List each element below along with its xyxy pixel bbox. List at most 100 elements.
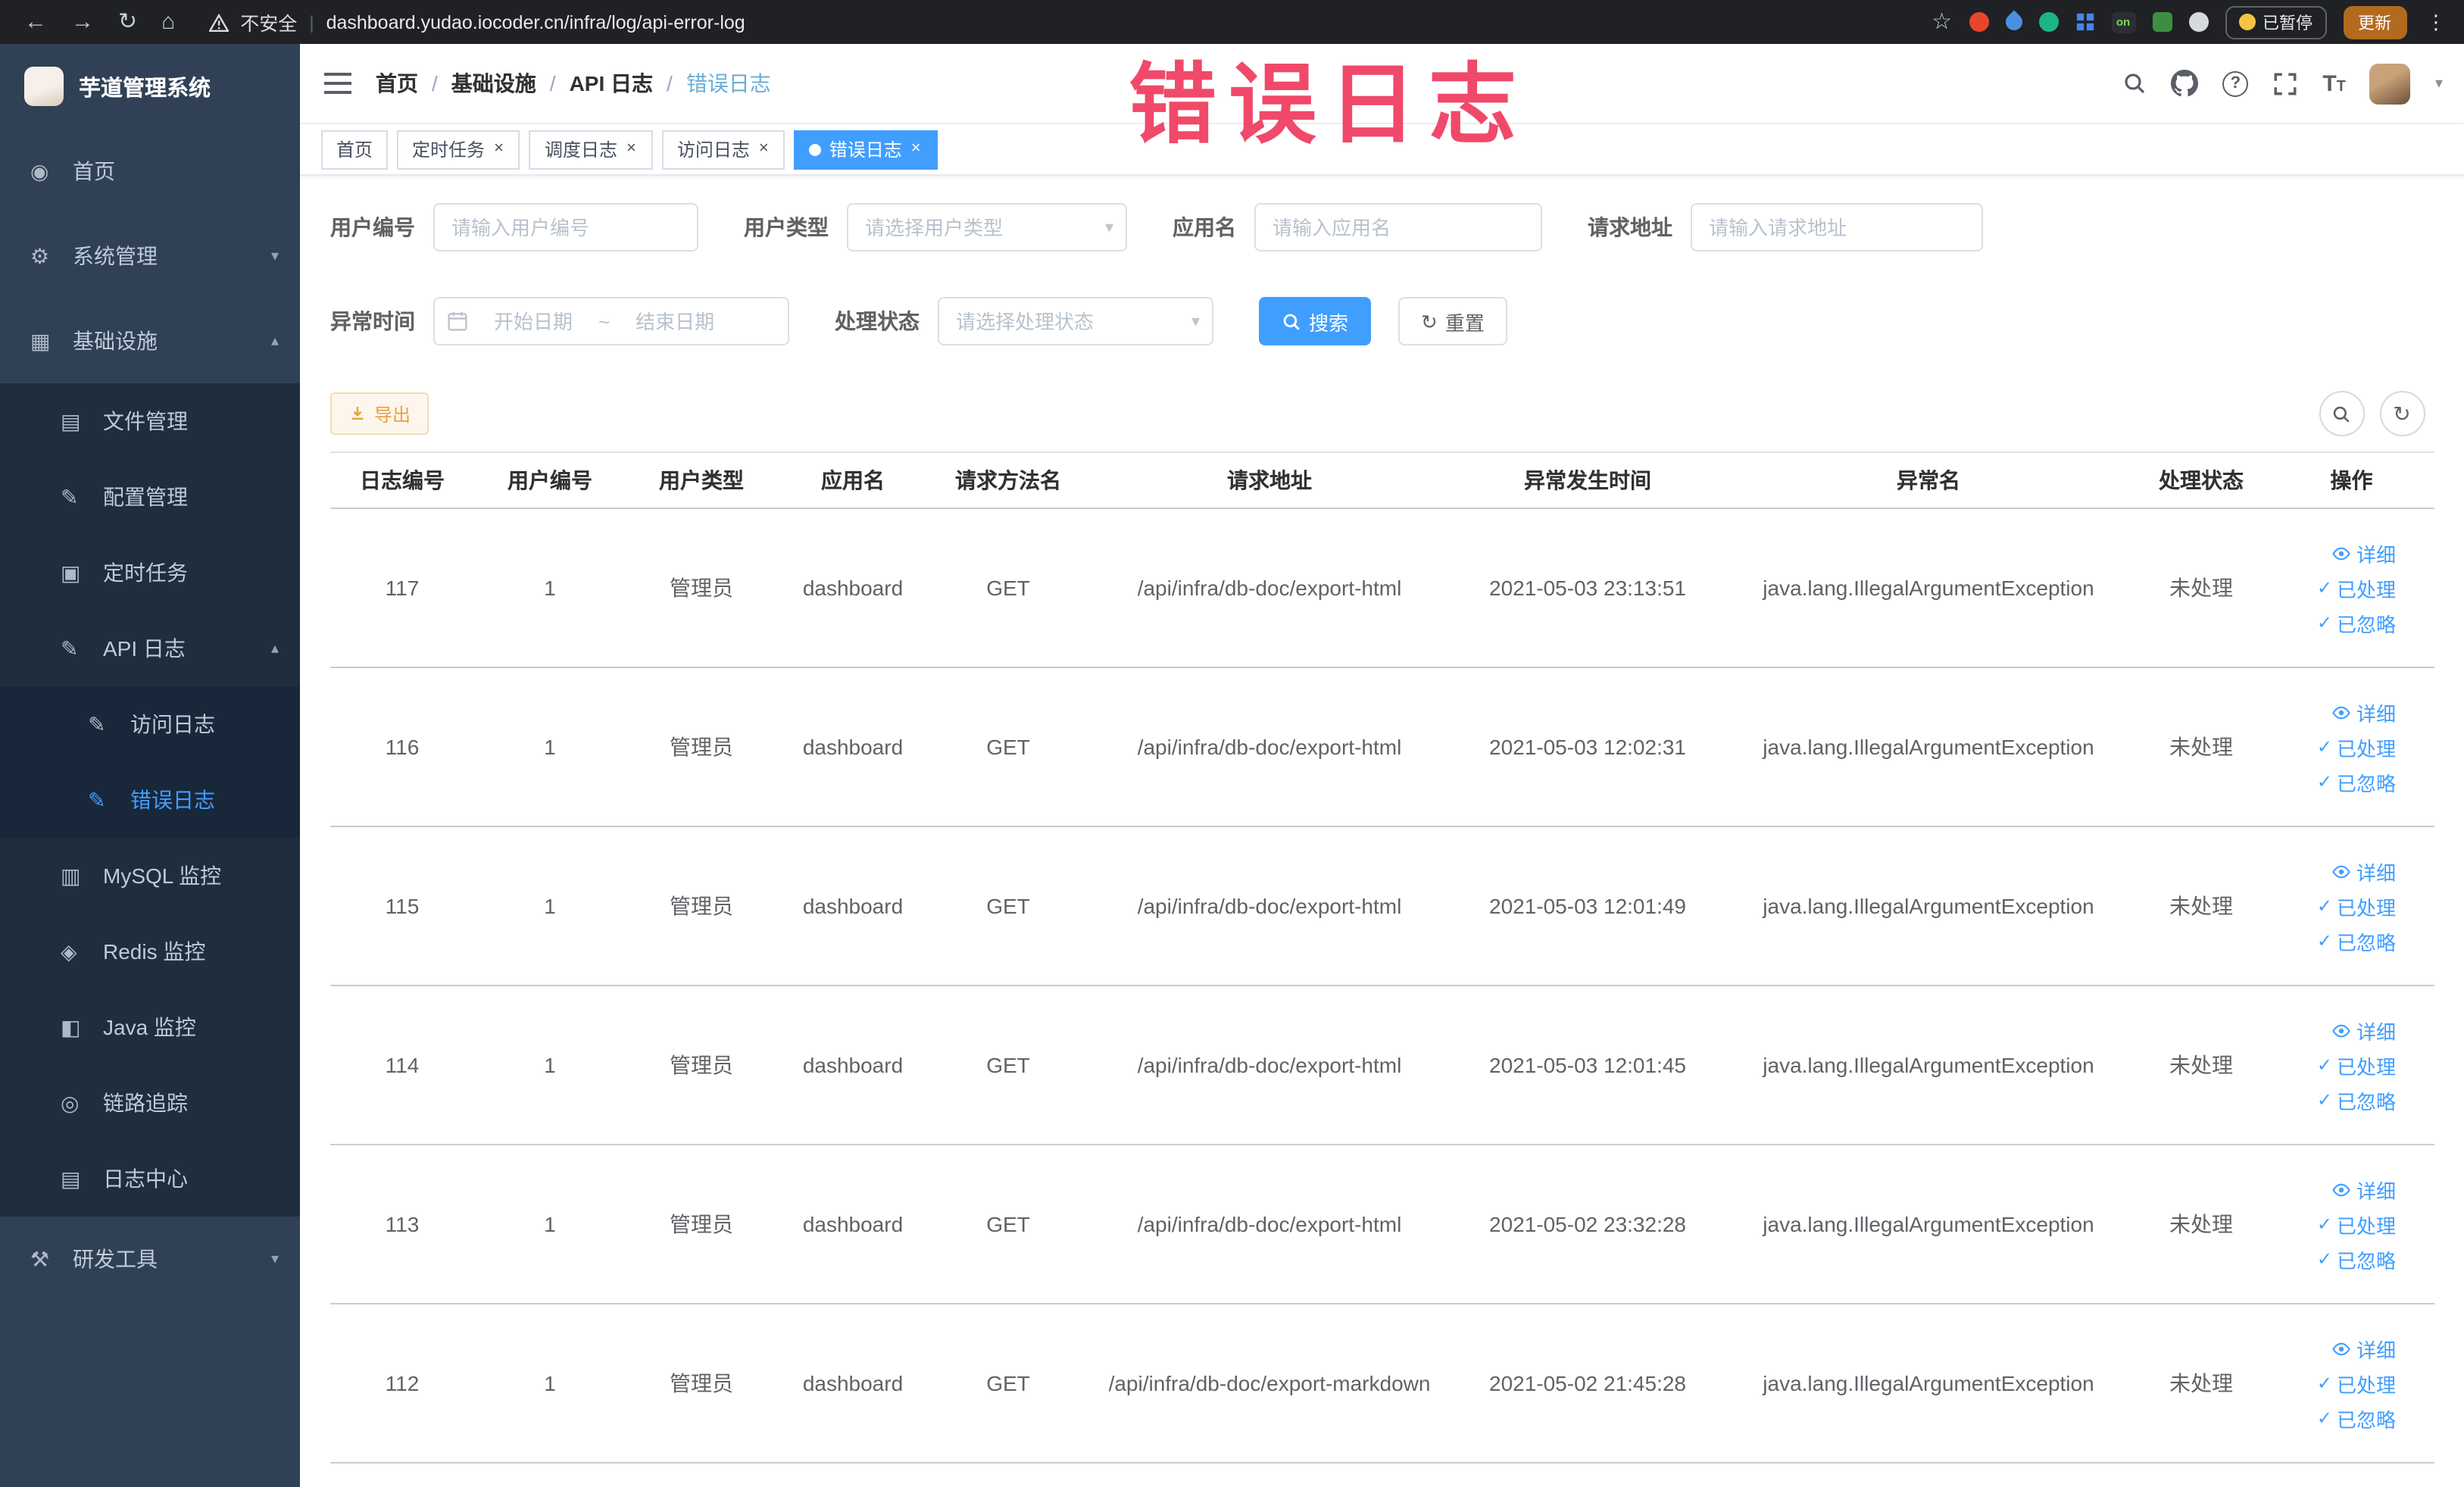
sidebar-item-redis-monitor[interactable]: ◈ Redis 监控 xyxy=(0,914,300,989)
tab-scheduled-job[interactable]: 定时任务 × xyxy=(397,130,520,169)
request-url-input[interactable] xyxy=(1691,203,1983,251)
search-icon[interactable] xyxy=(2122,71,2147,95)
caret-down-icon[interactable]: ▾ xyxy=(2435,75,2443,92)
cell-user-type: 管理员 xyxy=(670,1371,733,1395)
avatar[interactable] xyxy=(2369,63,2411,104)
sidebar-item-mysql-monitor[interactable]: ▥ MySQL 监控 xyxy=(0,838,300,914)
hamburger-icon xyxy=(324,73,351,94)
processed-link[interactable]: ✓ 已处理 xyxy=(2317,1210,2396,1239)
tab-schedule-log[interactable]: 调度日志 × xyxy=(529,130,653,169)
table-row: 113 1 管理员 dashboard GET /api/infra/db-do… xyxy=(330,1145,2434,1304)
browser-reload-icon[interactable]: ↻ xyxy=(118,11,137,33)
github-icon[interactable] xyxy=(2171,70,2199,97)
refresh-icon: ↻ xyxy=(1421,310,1438,333)
sidebar-item-api-log[interactable]: ✎ API 日志 ▴ xyxy=(0,611,300,686)
address-bar[interactable]: 不安全 | dashboard.yudao.iocoder.cn/infra/l… xyxy=(208,8,1904,36)
ignored-link[interactable]: ✓ 已忽略 xyxy=(2317,608,2396,637)
search-button[interactable]: 搜索 xyxy=(1259,297,1372,345)
sidebar-item-infra[interactable]: ▦ 基础设施 ▴ xyxy=(0,298,300,383)
detail-link[interactable]: 详细 xyxy=(2332,1016,2396,1045)
extension-grid-icon[interactable] xyxy=(2075,12,2094,32)
processed-link[interactable]: ✓ 已处理 xyxy=(2317,892,2396,920)
sidebar-item-config-mgmt[interactable]: ✎ 配置管理 xyxy=(0,459,300,535)
user-type-select[interactable] xyxy=(847,203,1127,251)
update-button[interactable]: 更新 xyxy=(2343,5,2406,39)
sidebar-item-error-log[interactable]: ✎ 错误日志 xyxy=(0,762,300,838)
ignored-link[interactable]: ✓ 已忽略 xyxy=(2317,926,2396,955)
cell-url: /api/infra/db-doc/export-html xyxy=(1137,894,1402,918)
close-icon[interactable]: × xyxy=(910,139,923,159)
error-log-icon: ✎ xyxy=(88,787,106,811)
browser-chrome: ← → ↻ ⌂ 不安全 | dashboard.yudao.iocoder.cn… xyxy=(0,0,2464,44)
exception-time-range[interactable]: ~ xyxy=(433,297,789,345)
access-log-icon: ✎ xyxy=(88,711,106,736)
processed-link[interactable]: ✓ 已处理 xyxy=(2317,1051,2396,1079)
app-logo[interactable]: 芋道管理系统 xyxy=(0,44,300,129)
check-icon: ✓ xyxy=(2316,1089,2332,1111)
user-id-input[interactable] xyxy=(433,203,698,251)
extension-drop-icon[interactable] xyxy=(2001,10,2025,34)
close-icon[interactable]: × xyxy=(757,139,770,159)
table-row: 116 1 管理员 dashboard GET /api/infra/db-do… xyxy=(330,668,2434,827)
help-icon[interactable]: ? xyxy=(2222,70,2249,96)
tab-home[interactable]: 首页 xyxy=(321,130,389,169)
ignored-link[interactable]: ✓ 已忽略 xyxy=(2317,767,2396,796)
sidebar-toggle[interactable] xyxy=(300,44,376,123)
browser-forward-icon[interactable]: → xyxy=(71,11,94,33)
security-label[interactable]: 不安全 xyxy=(240,8,297,36)
sidebar-item-trace[interactable]: ◎ 链路追踪 xyxy=(0,1065,300,1141)
paused-extension-pill[interactable]: 已暂停 xyxy=(2225,5,2326,39)
browser-back-icon[interactable]: ← xyxy=(24,11,47,33)
breadcrumb-home[interactable]: 首页 xyxy=(376,68,418,98)
extension-leaf-icon[interactable] xyxy=(2152,12,2172,32)
ignored-link[interactable]: ✓ 已忽略 xyxy=(2317,1404,2396,1432)
export-button[interactable]: 导出 xyxy=(330,392,429,435)
url-text[interactable]: dashboard.yudao.iocoder.cn/infra/log/api… xyxy=(326,11,745,33)
column-header: 处理状态 xyxy=(2159,468,2244,492)
ignored-link[interactable]: ✓ 已忽略 xyxy=(2317,1245,2396,1273)
browser-home-icon[interactable]: ⌂ xyxy=(161,11,175,33)
refresh-table-button[interactable]: ↻ xyxy=(2379,391,2425,436)
browser-menu-icon[interactable]: ⋮ xyxy=(2423,10,2449,34)
cell-exception: java.lang.IllegalArgumentException xyxy=(1763,1053,2094,1077)
processed-link[interactable]: ✓ 已处理 xyxy=(2317,573,2396,602)
detail-link[interactable]: 详细 xyxy=(2332,1334,2396,1363)
extension-on-badge[interactable]: on xyxy=(2111,11,2135,33)
close-icon[interactable]: × xyxy=(492,139,505,159)
process-status-select[interactable] xyxy=(938,297,1213,345)
close-icon[interactable]: × xyxy=(625,139,638,159)
sidebar-item-file-mgmt[interactable]: ▤ 文件管理 xyxy=(0,383,300,459)
cell-method: GET xyxy=(986,576,1030,600)
end-date-input[interactable] xyxy=(616,310,735,333)
detail-link[interactable]: 详细 xyxy=(2332,698,2396,726)
file-icon: ▤ xyxy=(61,408,81,433)
detail-link[interactable]: 详细 xyxy=(2332,539,2396,567)
sidebar-item-home[interactable]: ◉ 首页 xyxy=(0,129,300,214)
fullscreen-icon[interactable] xyxy=(2272,70,2298,96)
detail-link[interactable]: 详细 xyxy=(2332,857,2396,886)
sidebar-item-java-monitor[interactable]: ◧ Java 监控 xyxy=(0,989,300,1065)
breadcrumb-api-log[interactable]: API 日志 xyxy=(570,68,653,98)
ignored-link[interactable]: ✓ 已忽略 xyxy=(2317,1086,2396,1114)
detail-link[interactable]: 详细 xyxy=(2332,1175,2396,1204)
extension-green-icon[interactable] xyxy=(2038,12,2058,32)
sidebar-item-log-center[interactable]: ▤ 日志中心 xyxy=(0,1141,300,1217)
sidebar-item-access-log[interactable]: ✎ 访问日志 xyxy=(0,686,300,762)
sidebar-item-devtools[interactable]: ⚒ 研发工具 ▾ xyxy=(0,1217,300,1301)
tab-access-log[interactable]: 访问日志 × xyxy=(661,130,785,169)
tab-error-log[interactable]: 错误日志 × xyxy=(794,130,938,169)
reset-button[interactable]: ↻ 重置 xyxy=(1398,297,1507,345)
hide-search-button[interactable] xyxy=(2319,391,2364,436)
bookmark-star-icon[interactable]: ☆ xyxy=(1932,11,1952,33)
processed-link[interactable]: ✓ 已处理 xyxy=(2317,733,2396,761)
start-date-input[interactable] xyxy=(474,310,592,333)
extension-paw-icon[interactable] xyxy=(2188,12,2208,32)
processed-link[interactable]: ✓ 已处理 xyxy=(2317,1369,2396,1398)
font-size-icon[interactable]: TT xyxy=(2322,70,2346,96)
breadcrumb-infra[interactable]: 基础设施 xyxy=(451,68,536,98)
app-name-input[interactable] xyxy=(1254,203,1542,251)
sidebar-item-scheduled-job[interactable]: ▣ 定时任务 xyxy=(0,535,300,611)
sidebar-item-system[interactable]: ⚙ 系统管理 ▾ xyxy=(0,214,300,298)
table-row: 114 1 管理员 dashboard GET /api/infra/db-do… xyxy=(330,986,2434,1145)
extension-adblock-icon[interactable] xyxy=(1969,12,1988,32)
